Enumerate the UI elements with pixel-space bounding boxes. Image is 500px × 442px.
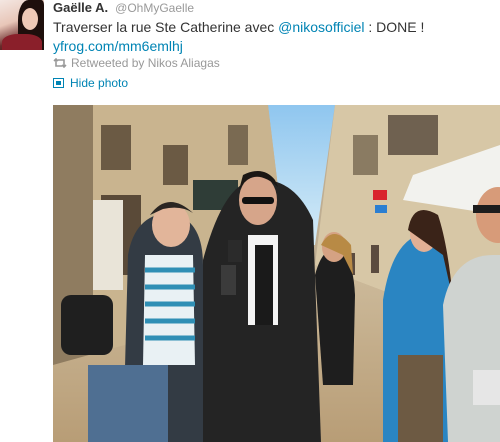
screen-name[interactable]: @OhMyGaelle [115, 1, 194, 15]
tweet-text-before: Traverser la rue Ste Catherine avec [53, 19, 279, 35]
mention-link[interactable]: @nikosofficiel [278, 19, 364, 35]
hide-photo-button[interactable]: Hide photo [53, 76, 128, 90]
retweet-info: Retweeted by Nikos Aliagas [53, 56, 220, 70]
hide-photo-label[interactable]: Hide photo [70, 76, 128, 90]
street-photo [53, 105, 500, 442]
photo-link[interactable]: yfrog.com/mm6emlhj [53, 38, 183, 54]
tweet-header: Gaëlle A. @OhMyGaelle [53, 0, 194, 18]
tweet-photo[interactable] [53, 105, 500, 442]
display-name[interactable]: Gaëlle A. [53, 0, 108, 15]
photo-icon [53, 78, 64, 88]
retweet-icon [53, 58, 67, 68]
avatar[interactable] [0, 0, 44, 50]
tweet-text-after: : DONE ! [364, 19, 425, 35]
tweet-text: Traverser la rue Ste Catherine avec @nik… [53, 19, 424, 35]
retweet-label: Retweeted by Nikos Aliagas [71, 56, 220, 70]
